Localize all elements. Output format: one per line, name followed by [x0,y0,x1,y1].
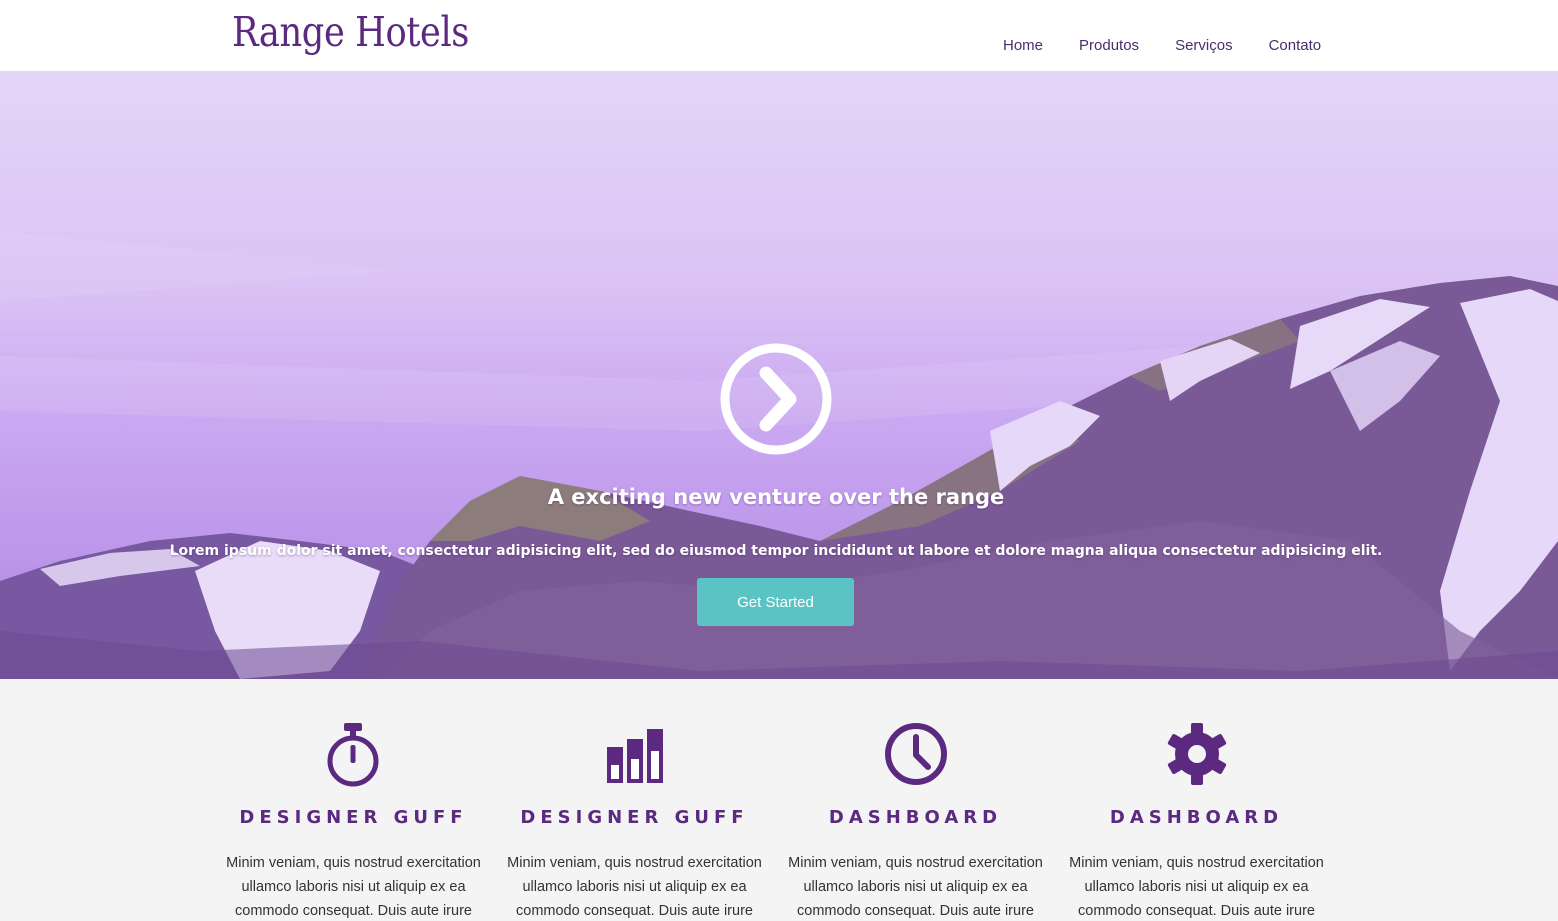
hero-title: A exciting new venture over the range [547,485,1005,509]
hero-section: A exciting new venture over the range Lo… [0,71,1558,679]
features-section: DESIGNER GUFF Minim veniam, quis nostrud… [0,679,1558,921]
main-nav: Home Produtos Serviços Contato [1003,36,1357,56]
nav-produtos[interactable]: Produtos [1079,36,1139,56]
nav-home[interactable]: Home [1003,36,1043,56]
bar-chart-icon [606,729,663,783]
feature-text: Minim veniam, quis nostrud exercitation … [226,855,481,919]
feature-text: Minim veniam, quis nostrud exercitation … [788,855,1043,919]
gear-icon [1167,723,1226,785]
chevron-right-circle-icon[interactable] [720,343,832,455]
feature-title: DASHBOARD [828,807,1003,828]
feature-title: DESIGNER GUFF [520,807,749,828]
stopwatch-icon [327,723,378,787]
site-logo[interactable]: Range Hotels [232,4,469,60]
nav-contato[interactable]: Contato [1269,36,1322,56]
feature-title: DESIGNER GUFF [239,807,468,828]
get-started-button[interactable]: Get Started [697,578,854,626]
feature-text: Minim veniam, quis nostrud exercitation … [1069,855,1324,919]
feature-title: DASHBOARD [1109,807,1284,828]
site-header: Range Hotels Home Produtos Serviços Cont… [0,0,1558,71]
nav-servicos[interactable]: Serviços [1175,36,1233,56]
clock-icon [884,723,947,785]
hero-description: Lorem ipsum dolor sit amet, consectetur … [169,543,1383,559]
feature-text: Minim veniam, quis nostrud exercitation … [507,855,762,919]
